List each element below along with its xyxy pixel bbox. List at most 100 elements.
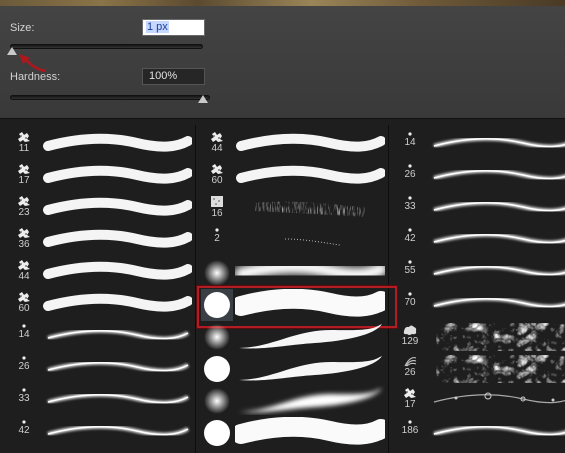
brush-preset-item[interactable]: 17	[394, 385, 565, 417]
brush-size-number: 14	[18, 329, 30, 340]
brush-tip-thumbnail: 33	[8, 385, 40, 417]
hard-round-tip-icon	[204, 356, 230, 382]
brush-size-number: 60	[18, 303, 30, 314]
brush-stroke-area	[42, 385, 192, 417]
size-slider-track[interactable]	[10, 44, 203, 49]
brush-tip-thumbnail: 26	[394, 161, 426, 193]
brush-stroke-area	[42, 321, 192, 353]
brush-stroke-preview	[239, 324, 382, 349]
size-input[interactable]: 1 px	[142, 19, 205, 36]
brush-tip-thumbnail: 186	[394, 417, 426, 449]
brush-tip-thumbnail: 2	[201, 225, 233, 257]
brush-preset-item[interactable]: 129	[394, 321, 565, 353]
brush-preset-grid: 11 17 23 36 44 60 14 26 33 42 44 60 16 2 14 26 33 42 55 70 1…	[4, 125, 565, 453]
brush-stroke-preview	[239, 356, 382, 381]
brush-stroke-preview	[436, 355, 565, 383]
brush-stroke-preview	[43, 165, 192, 184]
brush-preset-item[interactable]: 44	[201, 129, 386, 161]
splatter-tip-icon	[18, 260, 30, 270]
brush-tip-thumbnail: 17	[394, 385, 426, 417]
hardness-slider-track[interactable]	[10, 95, 210, 100]
hardness-slider-thumb[interactable]	[198, 95, 208, 103]
brush-tip-thumbnail: 129	[394, 321, 426, 353]
brush-preset-item[interactable]: 14	[8, 321, 193, 353]
brush-tip-thumbnail: 60	[8, 289, 40, 321]
brush-stroke-area	[428, 161, 565, 193]
brush-preset-item[interactable]	[201, 353, 386, 385]
brush-tip-thumbnail: 44	[201, 129, 233, 161]
brush-preset-item[interactable]: 42	[8, 417, 193, 449]
brush-preset-item[interactable]	[201, 321, 386, 353]
fan-tip-icon	[404, 357, 417, 367]
brush-preset-item[interactable]: 60	[201, 161, 386, 193]
brush-preset-item[interactable]: 36	[8, 225, 193, 257]
brush-tip-thumbnail: 33	[394, 193, 426, 225]
brush-preset-item[interactable]	[197, 286, 397, 328]
splatter-tip-icon	[404, 388, 416, 398]
brush-size-number: 14	[404, 137, 416, 148]
column-separator	[195, 125, 196, 453]
brush-preset-item[interactable]	[201, 257, 386, 289]
brush-size-number: 70	[404, 297, 416, 308]
brush-stroke-preview	[433, 424, 565, 437]
brush-stroke-preview	[239, 388, 382, 413]
brush-stroke-area	[428, 257, 565, 289]
brush-preset-item[interactable]: 14	[394, 129, 565, 161]
brush-stroke-preview	[433, 232, 565, 245]
brush-preset-item[interactable]: 17	[8, 161, 193, 193]
brush-tip-thumbnail: 42	[8, 417, 40, 449]
brush-preset-item[interactable]: 2	[201, 225, 386, 257]
brush-preset-item[interactable]: 42	[394, 225, 565, 257]
brush-size-number: 26	[404, 367, 416, 378]
hardness-input[interactable]: 100%	[142, 68, 205, 85]
brush-tip-thumbnail: 26	[8, 353, 40, 385]
brush-size-number: 42	[404, 233, 416, 244]
brush-stroke-area	[42, 257, 192, 289]
splatter-tip-icon	[18, 164, 30, 174]
brush-tip-thumbnail: 16	[201, 193, 233, 225]
brush-tip-thumbnail: 14	[394, 129, 426, 161]
brush-preset-item[interactable]: 16	[201, 193, 386, 225]
brush-size-number: 60	[211, 175, 223, 186]
brush-stroke-preview	[433, 136, 565, 149]
brush-stroke-preview	[433, 392, 565, 404]
brush-preset-item[interactable]: 55	[394, 257, 565, 289]
brush-preset-item[interactable]	[201, 417, 386, 449]
brush-stroke-area	[428, 289, 565, 321]
brush-preset-item[interactable]: 26	[394, 353, 565, 385]
size-value: 1 px	[146, 21, 169, 33]
brush-tip-thumbnail: 11	[8, 129, 40, 161]
brush-preset-item[interactable]: 44	[8, 257, 193, 289]
brush-size-number: 26	[18, 361, 30, 372]
brush-preset-item[interactable]: 33	[8, 385, 193, 417]
brush-stroke-area	[235, 385, 385, 417]
brush-tip-thumbnail: 17	[8, 161, 40, 193]
brush-stroke-area	[42, 353, 192, 385]
brush-preset-item[interactable]: 70	[394, 289, 565, 321]
brush-tip-thumbnail: 60	[201, 161, 233, 193]
brush-preset-item[interactable]: 60	[8, 289, 193, 321]
brush-stroke-area	[42, 225, 192, 257]
brush-size-number: 44	[211, 143, 223, 154]
brush-preset-item[interactable]	[201, 385, 386, 417]
brush-preset-item[interactable]: 26	[394, 161, 565, 193]
splatter-tip-icon	[18, 132, 30, 142]
chalk-tip-icon	[211, 196, 223, 207]
brush-size-number: 42	[18, 425, 30, 436]
brush-preset-item[interactable]: 26	[8, 353, 193, 385]
brush-preset-item[interactable]: 23	[8, 193, 193, 225]
brush-tip-thumbnail	[201, 257, 233, 289]
brush-tip-thumbnail: 36	[8, 225, 40, 257]
brush-preset-item[interactable]: 186	[394, 417, 565, 449]
brush-stroke-area	[235, 193, 385, 225]
brush-stroke-area	[428, 321, 565, 353]
brush-stroke-preview	[235, 417, 385, 445]
brush-preset-item[interactable]: 11	[8, 129, 193, 161]
size-slider-thumb[interactable]	[7, 47, 17, 55]
brush-stroke-area	[428, 193, 565, 225]
brush-stroke-preview	[43, 261, 192, 280]
column-separator	[388, 125, 389, 453]
brush-preset-item[interactable]: 33	[394, 193, 565, 225]
brush-stroke-area	[428, 353, 565, 385]
brush-size-number: 11	[18, 143, 30, 154]
